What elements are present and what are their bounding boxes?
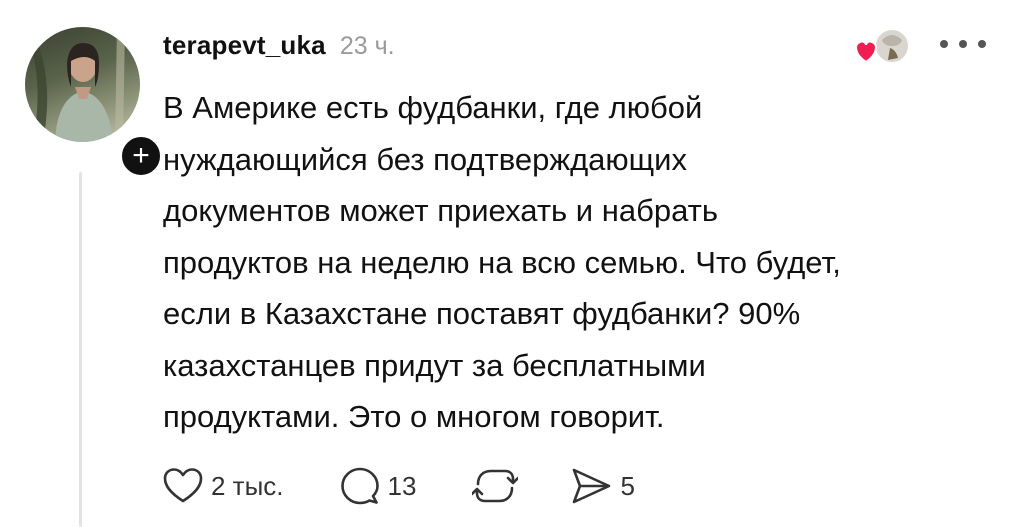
avatar-container: + (25, 27, 164, 179)
avatar-photo (31, 27, 125, 142)
username[interactable]: terapevt_uka (163, 30, 326, 61)
more-dots-icon (940, 40, 948, 48)
heart-filled-icon (855, 40, 877, 64)
repost-button[interactable] (472, 466, 519, 506)
thread-line (79, 172, 82, 527)
speech-bubble-icon (340, 467, 379, 505)
timestamp: 23 ч. (339, 32, 395, 60)
like-count: 2 тыс. (211, 470, 284, 501)
reaction-avatars[interactable] (852, 26, 916, 68)
post-text: В Америке есть фудбанки, где любой нужда… (163, 90, 841, 434)
follow-button[interactable]: + (118, 133, 164, 179)
plus-icon: + (132, 139, 150, 172)
heart-outline-icon (163, 468, 203, 503)
share-count: 5 (620, 470, 635, 501)
action-bar: 2 тыс. 13 5 (163, 464, 635, 508)
more-options-button[interactable] (940, 34, 986, 54)
share-button[interactable]: 5 (570, 466, 635, 506)
reply-count: 13 (387, 470, 417, 501)
reply-button[interactable]: 13 (340, 466, 417, 506)
more-dots-icon (959, 40, 967, 48)
post-header: terapevt_uka 23 ч. (163, 30, 395, 61)
reactor-avatar (874, 28, 910, 64)
more-dots-icon (978, 40, 986, 48)
repost-arrows-icon (472, 469, 519, 503)
send-arrow-icon (573, 468, 611, 504)
like-button[interactable]: 2 тыс. (163, 467, 284, 505)
avatar[interactable] (25, 27, 140, 142)
